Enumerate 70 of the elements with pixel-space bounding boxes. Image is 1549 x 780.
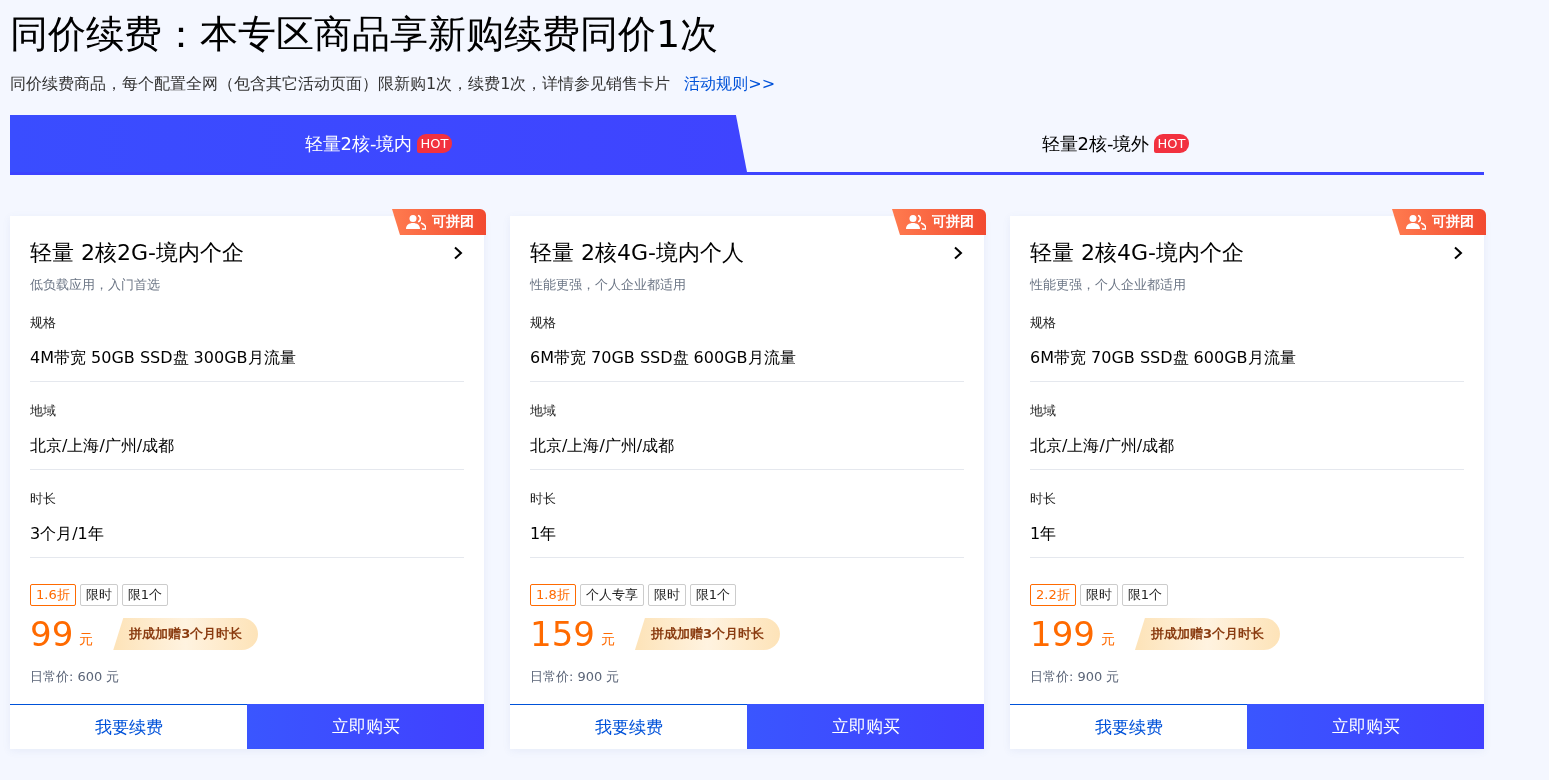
discount-tag: 1.8折: [530, 584, 576, 606]
chevron-right-icon[interactable]: [452, 246, 464, 260]
hot-badge: HOT: [1153, 134, 1190, 153]
spec-label: 地域: [1030, 402, 1057, 420]
spec-label: 规格: [530, 314, 557, 332]
product-description: 低负载应用，入门首选: [30, 276, 161, 294]
spec-label: 时长: [530, 490, 557, 508]
spec-value: 北京/上海/广州/成都: [530, 436, 676, 457]
hot-badge: HOT: [416, 134, 453, 153]
tab-label: 轻量2核-境内: [304, 131, 413, 156]
price: 99: [30, 614, 74, 654]
spec-label: 时长: [30, 490, 57, 508]
offer-tag: 个人专享: [579, 584, 644, 606]
people-icon: [406, 214, 426, 230]
spec-value: 4M带宽 50GB SSD盘 300GB月流量: [30, 348, 297, 369]
chevron-right-icon[interactable]: [952, 246, 964, 260]
price: 199: [1030, 614, 1095, 654]
people-icon: [1406, 214, 1426, 230]
offer-tag: 限时: [79, 584, 118, 606]
page-subtitle: 同价续费商品，每个配置全网（包含其它活动页面）限新购1次，续费1次，详情参见销售卡片: [10, 74, 671, 95]
product-title: 轻量 2核2G-境内个企: [30, 239, 244, 267]
product-description: 性能更强，个人企业都适用: [530, 276, 687, 294]
offer-tag: 限1个: [1121, 584, 1168, 606]
people-icon: [906, 214, 926, 230]
tab[interactable]: 轻量2核-境内 HOT: [10, 115, 747, 172]
promo-tag: 拼成加赠3个月时长: [1134, 618, 1280, 650]
spec-value: 北京/上海/广州/成都: [30, 436, 176, 457]
renew-button[interactable]: 我要续费: [510, 704, 747, 749]
spec-value: 北京/上海/广州/成都: [1030, 436, 1176, 457]
tab-label: 轻量2核-境外: [1041, 131, 1150, 156]
buy-button[interactable]: 立即购买: [747, 704, 984, 749]
offer-tag: 限1个: [689, 584, 736, 606]
spec-value: 1年: [530, 524, 558, 545]
spec-label: 规格: [1030, 314, 1057, 332]
renew-button[interactable]: 我要续费: [1010, 704, 1247, 749]
price-unit: 元: [1100, 631, 1115, 649]
rules-link[interactable]: 活动规则>>: [684, 74, 776, 95]
badge-text: 可拼团: [1432, 213, 1474, 231]
promo-tag: 拼成加赠3个月时长: [113, 618, 259, 650]
spec-value: 6M带宽 70GB SSD盘 600GB月流量: [1030, 348, 1297, 369]
discount-tag: 2.2折: [1030, 584, 1076, 606]
product-title: 轻量 2核4G-境内个企: [1030, 239, 1244, 267]
regular-price: 日常价: 900 元: [530, 668, 621, 686]
spec-label: 地域: [530, 402, 557, 420]
spec-value: 1年: [1030, 524, 1058, 545]
buy-button[interactable]: 立即购买: [1247, 704, 1484, 749]
regular-price: 日常价: 900 元: [1030, 668, 1121, 686]
buy-button[interactable]: 立即购买: [247, 704, 484, 749]
offer-tag: 限1个: [121, 584, 168, 606]
spec-value: 6M带宽 70GB SSD盘 600GB月流量: [530, 348, 797, 369]
badge-text: 可拼团: [432, 213, 474, 231]
spec-label: 时长: [1030, 490, 1057, 508]
discount-tag: 1.6折: [30, 584, 76, 606]
product-title: 轻量 2核4G-境内个人: [530, 239, 744, 267]
offer-tag: 限时: [647, 584, 686, 606]
price: 159: [530, 614, 595, 654]
badge-text: 可拼团: [932, 213, 974, 231]
page-title: 同价续费：本专区商品享新购续费同价1次: [10, 11, 720, 58]
promo-tag: 拼成加赠3个月时长: [634, 618, 780, 650]
spec-label: 地域: [30, 402, 57, 420]
spec-value: 3个月/1年: [30, 524, 105, 545]
regular-price: 日常价: 600 元: [30, 668, 121, 686]
tab[interactable]: 轻量2核-境外 HOT: [747, 115, 1484, 172]
product-description: 性能更强，个人企业都适用: [1030, 276, 1187, 294]
renew-button[interactable]: 我要续费: [10, 704, 247, 749]
spec-label: 规格: [30, 314, 57, 332]
offer-tag: 限时: [1079, 584, 1118, 606]
chevron-right-icon[interactable]: [1452, 246, 1464, 260]
price-unit: 元: [79, 631, 94, 649]
price-unit: 元: [600, 631, 615, 649]
